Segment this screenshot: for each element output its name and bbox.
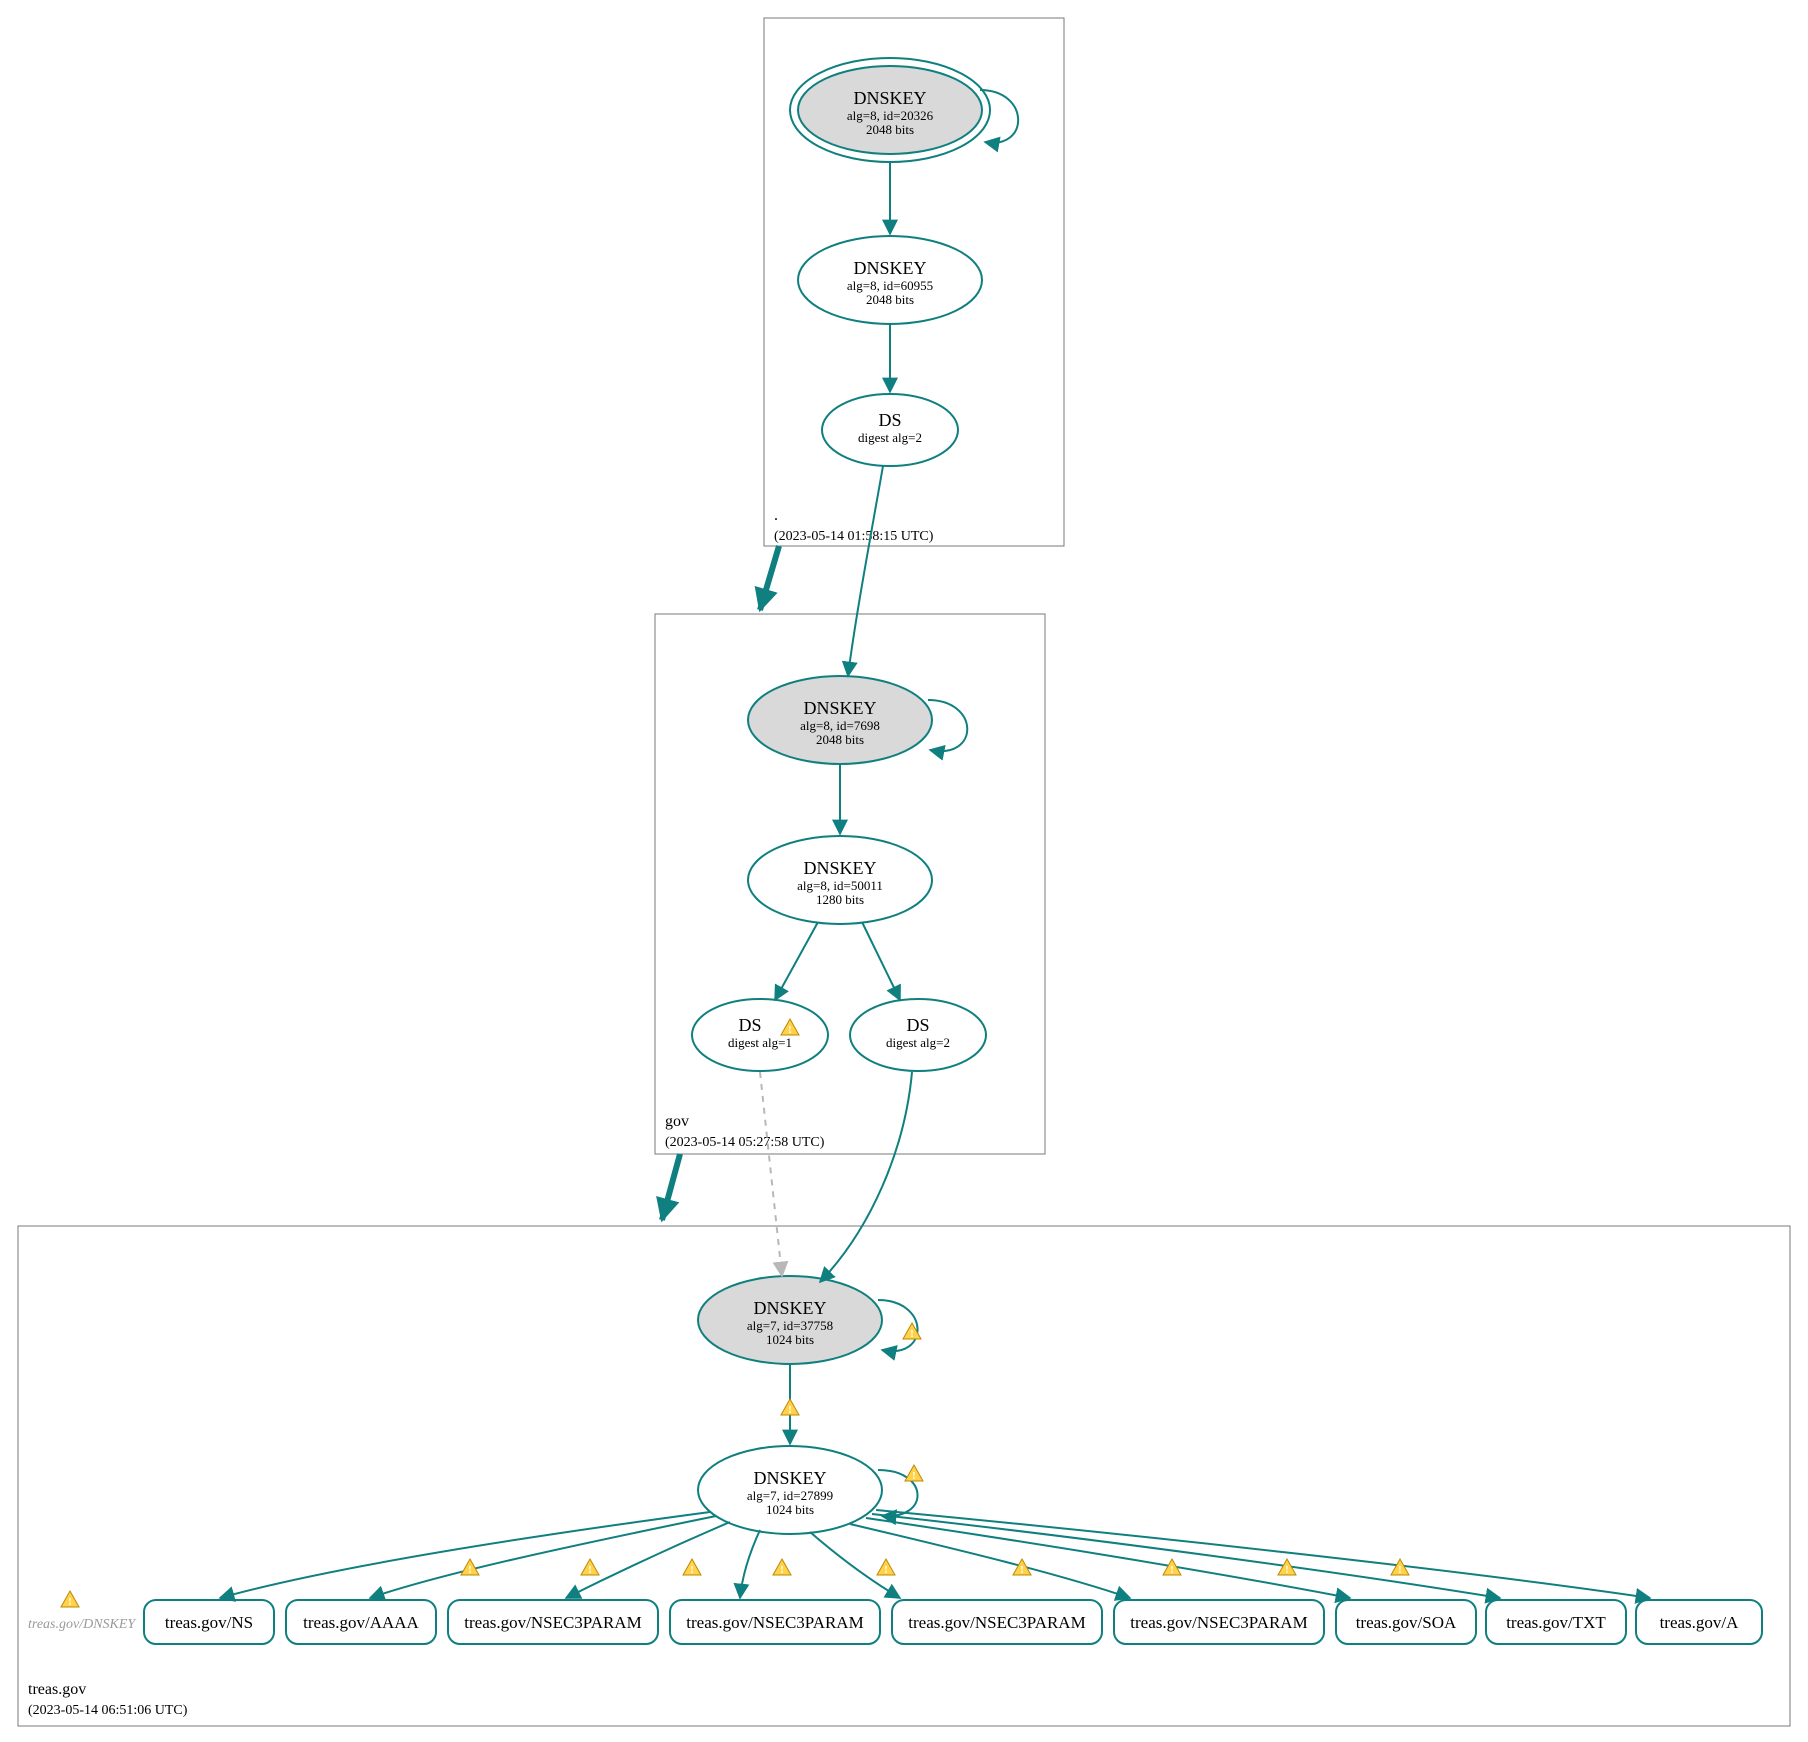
svg-text:treas.gov/AAAA: treas.gov/AAAA	[303, 1613, 419, 1632]
zone-root-ts: (2023-05-14 01:58:15 UTC)	[774, 529, 934, 544]
svg-text:DS: DS	[906, 1015, 929, 1035]
warning-icon	[1391, 1559, 1409, 1576]
svg-text:digest alg=1: digest alg=1	[728, 1035, 792, 1050]
svg-text:treas.gov/DNSKEY: treas.gov/DNSKEY	[28, 1617, 137, 1632]
svg-text:2048 bits: 2048 bits	[866, 292, 914, 307]
svg-text:digest alg=2: digest alg=2	[858, 430, 922, 445]
warning-icon	[773, 1559, 791, 1576]
svg-text:treas.gov/NSEC3PARAM: treas.gov/NSEC3PARAM	[464, 1613, 641, 1632]
root-ds: DS digest alg=2	[822, 394, 958, 466]
svg-text:treas.gov/TXT: treas.gov/TXT	[1506, 1613, 1606, 1632]
svg-text:DNSKEY: DNSKEY	[753, 1298, 826, 1318]
rr-nsec3-1: treas.gov/NSEC3PARAM	[448, 1600, 658, 1644]
rr-soa: treas.gov/SOA	[1336, 1600, 1476, 1644]
root-ksk: DNSKEY alg=8, id=20326 2048 bits	[790, 58, 990, 162]
treas-dnskey-grey: treas.gov/DNSKEY	[28, 1591, 137, 1632]
svg-text:DS: DS	[878, 410, 901, 430]
svg-text:alg=8, id=50011: alg=8, id=50011	[797, 878, 883, 893]
gov-ds2: DS digest alg=2	[850, 999, 986, 1071]
svg-text:DNSKEY: DNSKEY	[753, 1468, 826, 1488]
zone-root-label: .	[774, 507, 778, 524]
svg-text:alg=7, id=37758: alg=7, id=37758	[747, 1318, 833, 1333]
svg-text:treas.gov/NSEC3PARAM: treas.gov/NSEC3PARAM	[908, 1613, 1085, 1632]
svg-text:DS: DS	[738, 1015, 761, 1035]
svg-text:digest alg=2: digest alg=2	[886, 1035, 950, 1050]
rr-txt: treas.gov/TXT	[1486, 1600, 1626, 1644]
svg-text:alg=7, id=27899: alg=7, id=27899	[747, 1488, 833, 1503]
treas-ksk: DNSKEY alg=7, id=37758 1024 bits	[698, 1276, 882, 1364]
warning-icon	[781, 1399, 799, 1416]
gov-ksk: DNSKEY alg=8, id=7698 2048 bits	[748, 676, 932, 764]
svg-text:treas.gov/NS: treas.gov/NS	[165, 1613, 253, 1632]
warning-icon	[905, 1465, 923, 1482]
svg-text:DNSKEY: DNSKEY	[853, 258, 926, 278]
svg-text:treas.gov/NSEC3PARAM: treas.gov/NSEC3PARAM	[1130, 1613, 1307, 1632]
svg-text:treas.gov/A: treas.gov/A	[1660, 1613, 1740, 1632]
svg-text:DNSKEY: DNSKEY	[853, 88, 926, 108]
zone-treas-label: treas.gov	[28, 1681, 86, 1698]
svg-text:1280 bits: 1280 bits	[816, 892, 864, 907]
warning-icon	[61, 1591, 79, 1608]
svg-text:alg=8, id=20326: alg=8, id=20326	[847, 108, 934, 123]
svg-text:(2023-05-14 05:27:58 UTC): (2023-05-14 05:27:58 UTC)	[665, 1135, 825, 1150]
svg-text:1024 bits: 1024 bits	[766, 1502, 814, 1517]
svg-text:DNSKEY: DNSKEY	[803, 858, 876, 878]
svg-text:alg=8, id=7698: alg=8, id=7698	[800, 718, 880, 733]
rr-nsec3-2: treas.gov/NSEC3PARAM	[670, 1600, 880, 1644]
svg-text:treas.gov/NSEC3PARAM: treas.gov/NSEC3PARAM	[686, 1613, 863, 1632]
zone-gov-label: gov	[665, 1113, 689, 1130]
root-zsk: DNSKEY alg=8, id=60955 2048 bits	[798, 236, 982, 324]
warning-icon	[877, 1559, 895, 1576]
svg-text:DNSKEY: DNSKEY	[803, 698, 876, 718]
warning-icon	[683, 1559, 701, 1576]
rr-aaaa: treas.gov/AAAA	[286, 1600, 436, 1644]
rr-ns: treas.gov/NS	[144, 1600, 274, 1644]
warning-icon	[581, 1559, 599, 1576]
svg-text:treas.gov/SOA: treas.gov/SOA	[1356, 1613, 1457, 1632]
dnssec-graph: ! . (2023-05-14 01:58:15 UTC) DNSKEY alg…	[0, 0, 1808, 1742]
svg-text:2048 bits: 2048 bits	[866, 122, 914, 137]
svg-text:(2023-05-14 06:51:06 UTC): (2023-05-14 06:51:06 UTC)	[28, 1703, 188, 1718]
svg-text:1024 bits: 1024 bits	[766, 1332, 814, 1347]
treas-zsk: DNSKEY alg=7, id=27899 1024 bits	[698, 1446, 882, 1534]
rr-nsec3-3: treas.gov/NSEC3PARAM	[892, 1600, 1102, 1644]
gov-zsk: DNSKEY alg=8, id=50011 1280 bits	[748, 836, 932, 924]
svg-text:alg=8, id=60955: alg=8, id=60955	[847, 278, 933, 293]
gov-ds1: DS digest alg=1	[692, 999, 828, 1071]
rr-nsec3-4: treas.gov/NSEC3PARAM	[1114, 1600, 1324, 1644]
svg-text:2048 bits: 2048 bits	[816, 732, 864, 747]
rr-a: treas.gov/A	[1636, 1600, 1762, 1644]
